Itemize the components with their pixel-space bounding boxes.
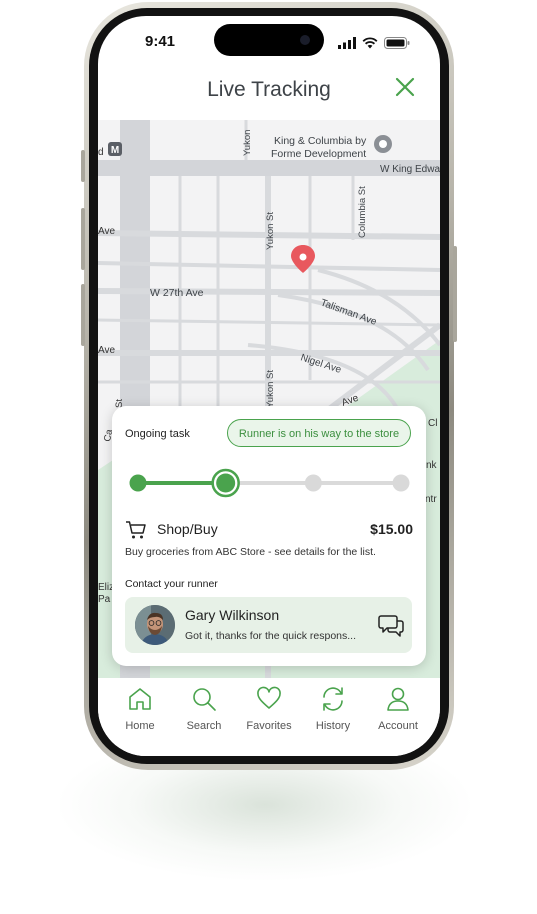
phone-screen: 9:41 Live Tracking M d King & Columbia b… <box>98 16 440 756</box>
map-label: Yukon St <box>265 212 276 250</box>
map-label: Yukon St <box>265 370 276 408</box>
heart-icon <box>257 686 281 709</box>
tab-history[interactable]: History <box>301 686 365 736</box>
progress-step-done <box>129 474 147 492</box>
camera-icon <box>300 35 310 45</box>
chat-bubbles-icon[interactable] <box>378 612 404 638</box>
close-icon[interactable] <box>394 76 416 98</box>
cart-icon <box>126 521 146 539</box>
status-badge: Runner is on his way to the store <box>227 419 411 447</box>
bottom-tab-bar: Home Search Favorites History Account <box>98 678 440 756</box>
map-label: Cl <box>428 418 437 429</box>
dynamic-island <box>214 24 324 56</box>
progress-tracker <box>129 468 410 498</box>
tab-label: History <box>315 720 351 732</box>
page-title: Live Tracking <box>207 78 331 101</box>
refresh-icon <box>323 687 343 711</box>
tab-label: Favorites <box>246 720 292 732</box>
tab-account[interactable]: Account <box>366 686 430 736</box>
status-bar: 9:41 <box>98 16 440 68</box>
avatar <box>135 605 175 645</box>
map-label: nk <box>426 460 438 471</box>
runner-last-message: Got it, thanks for the quick respons... <box>185 630 356 642</box>
progress-step-pending <box>392 474 410 492</box>
tab-label: Search <box>186 720 222 732</box>
status-icons <box>338 36 410 50</box>
home-icon <box>129 688 151 710</box>
battery-icon <box>384 37 410 49</box>
runner-contact-card[interactable]: Gary Wilkinson Got it, thanks for the qu… <box>125 597 412 653</box>
tab-label: Account <box>378 720 418 732</box>
progress-step-current <box>216 473 236 493</box>
power-button <box>453 246 457 342</box>
metro-label: M <box>111 145 119 156</box>
tab-favorites[interactable]: Favorites <box>237 686 301 736</box>
wifi-icon <box>362 37 378 49</box>
service-price: $15.00 <box>370 521 413 537</box>
tab-label: Home <box>125 720 155 732</box>
service-name: Shop/Buy <box>157 521 218 537</box>
signal-icon <box>338 37 356 49</box>
page-header: Live Tracking <box>98 68 440 120</box>
task-card: Ongoing task Runner is on his way to the… <box>112 406 426 666</box>
volume-up-button <box>81 208 85 270</box>
volume-down-button <box>81 284 85 346</box>
tab-home[interactable]: Home <box>108 686 172 736</box>
service-row: Shop/Buy $15.00 <box>125 520 413 542</box>
map-label: Forme Development <box>271 148 366 160</box>
ongoing-task-label: Ongoing task <box>125 428 190 440</box>
map-label: d <box>98 147 104 158</box>
map-label: Yukon <box>242 130 253 156</box>
map-label: Columbia St <box>357 186 368 238</box>
tab-search[interactable]: Search <box>172 686 236 736</box>
runner-name: Gary Wilkinson <box>185 607 280 623</box>
map-label: Ave <box>98 226 115 237</box>
silent-switch <box>81 150 85 182</box>
map-label: Pa <box>98 594 111 605</box>
search-icon <box>193 688 216 711</box>
map-label: ntr <box>425 494 437 505</box>
status-time: 9:41 <box>145 33 176 50</box>
task-description: Buy groceries from ABC Store - see detai… <box>125 546 376 558</box>
map-label: King & Columbia by <box>274 135 367 147</box>
map-label: W King Edwa <box>380 164 440 175</box>
progress-step-pending <box>304 474 322 492</box>
map-label: W 27th Ave <box>150 287 204 299</box>
user-icon <box>387 687 409 711</box>
contact-label: Contact your runner <box>125 578 218 590</box>
map-label: Ave <box>98 345 115 356</box>
